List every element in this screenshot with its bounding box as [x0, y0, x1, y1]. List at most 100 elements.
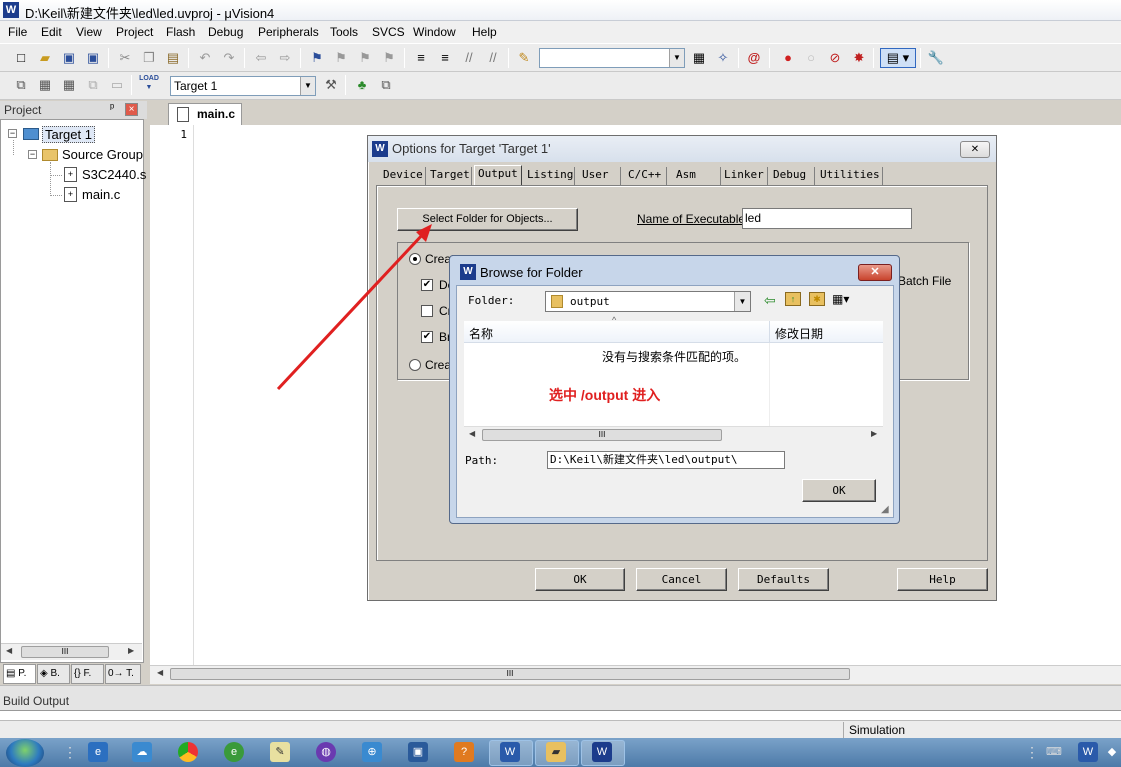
tree-item-file[interactable]: main.c [82, 187, 120, 202]
new-folder-icon[interactable]: ✱ [809, 292, 825, 306]
word-tray-icon[interactable]: W [1078, 742, 1098, 762]
find-combo[interactable]: ▼ [539, 48, 685, 68]
menu-svcs[interactable]: SVCS [372, 25, 405, 39]
menu-tools[interactable]: Tools [330, 25, 358, 39]
close-icon[interactable]: × [125, 103, 138, 116]
collapse-toggle-icon[interactable]: − [28, 150, 37, 159]
next-bookmark-icon[interactable]: ⚑ [356, 49, 374, 67]
start-button-icon[interactable] [6, 739, 44, 767]
comment-icon[interactable]: // [460, 49, 478, 67]
ok-button[interactable]: OK [535, 568, 625, 591]
find-icon[interactable]: ▦ [690, 49, 708, 67]
tab-functions[interactable]: {} F. [71, 664, 104, 684]
indent-icon[interactable]: ≡ [412, 49, 430, 67]
create-hex-checkbox[interactable] [421, 305, 433, 317]
select-folder-for-objects-button[interactable]: Select Folder for Objects... [397, 208, 578, 231]
file-list-hscrollbar[interactable]: ◀ III ▶ [464, 426, 883, 444]
chevron-down-icon[interactable]: ▼ [300, 77, 315, 95]
select-packet-icon[interactable]: ⧉ [377, 76, 395, 94]
cloud-icon[interactable]: ☁ [132, 742, 152, 762]
tab-linker[interactable]: Linker [721, 167, 768, 185]
help-button[interactable]: Help [897, 568, 988, 591]
paste-icon[interactable]: ▤ [164, 49, 182, 67]
stop-build-icon[interactable]: ▭ [108, 76, 126, 94]
tab-templates[interactable]: 0→ T. [105, 664, 141, 684]
tab-listing[interactable]: Listing [524, 167, 575, 185]
open-file-icon[interactable]: ▰ [36, 49, 54, 67]
manage-components-icon[interactable]: ♣ [353, 76, 371, 94]
clear-bookmarks-icon[interactable]: ⚑ [380, 49, 398, 67]
column-modified-header[interactable]: 修改日期 [775, 325, 823, 342]
ie-icon[interactable]: e [88, 742, 108, 762]
tab-debug[interactable]: Debug [770, 167, 815, 185]
chrome-icon[interactable] [178, 742, 198, 762]
new-file-icon[interactable]: □ [12, 49, 30, 67]
uncomment-icon[interactable]: // [484, 49, 502, 67]
menu-help[interactable]: Help [472, 25, 497, 39]
tray-icon[interactable]: ◆ [1102, 742, 1121, 762]
debug-info-checkbox[interactable]: ✔ [421, 279, 433, 291]
keyboard-icon[interactable]: ⌨ [1044, 742, 1064, 762]
enable-breakpoint-icon[interactable]: ○ [802, 49, 820, 67]
chevron-down-icon[interactable]: ▼ [669, 49, 684, 67]
path-input[interactable]: D:\Keil\新建文件夹\led\output\ [547, 451, 785, 469]
batch-build-icon[interactable]: ⧉ [84, 76, 102, 94]
pin-icon[interactable]: ᵖ [110, 102, 114, 114]
menu-flash[interactable]: Flash [166, 25, 195, 39]
back-arrow-icon[interactable]: ⇦ [764, 292, 776, 309]
debug-session-icon[interactable]: @ [745, 49, 763, 67]
defaults-button[interactable]: Defaults [738, 568, 829, 591]
build-icon[interactable]: ▦ [36, 76, 54, 94]
column-name-header[interactable]: 名称 [469, 325, 493, 342]
notepad-icon[interactable]: ✎ [270, 742, 290, 762]
tab-output[interactable]: Output [474, 165, 522, 186]
cut-icon[interactable]: ✂ [116, 49, 134, 67]
menu-file[interactable]: File [8, 25, 27, 39]
unindent-icon[interactable]: ≡ [436, 49, 454, 67]
app-orange-icon[interactable]: ? [454, 742, 474, 762]
project-hscrollbar[interactable]: ◀ III ▶ [1, 643, 142, 660]
tab-utilities[interactable]: Utilities [817, 167, 883, 185]
ok-button[interactable]: OK [802, 479, 876, 502]
window-layout-icon[interactable]: ▤ ▾ [880, 48, 916, 68]
cancel-button[interactable]: Cancel [636, 568, 727, 591]
save-icon[interactable]: ▣ [60, 49, 78, 67]
tree-item-target[interactable]: Target 1 [42, 126, 95, 143]
configure-wrench-icon[interactable]: 🔧 [927, 49, 945, 67]
save-all-icon[interactable]: ▣ [84, 49, 102, 67]
tab-main-c[interactable]: main.c [168, 103, 242, 125]
undo-icon[interactable]: ↶ [196, 49, 214, 67]
browser-globe-icon[interactable]: ◍ [316, 742, 336, 762]
breakpoint-icon[interactable]: ● [779, 49, 797, 67]
copy-icon[interactable]: ❐ [140, 49, 158, 67]
close-icon[interactable]: ✕ [858, 264, 892, 281]
menu-view[interactable]: View [76, 25, 102, 39]
menu-peripherals[interactable]: Peripherals [258, 25, 319, 39]
up-folder-icon[interactable]: ↑ [785, 292, 801, 306]
kill-breakpoints-icon[interactable]: ✸ [850, 49, 868, 67]
file-list[interactable]: 没有与搜索条件匹配的项。 选中 /output 进入 [464, 343, 883, 426]
translate-icon[interactable]: ⧉ [12, 76, 30, 94]
target-combo[interactable]: Target 1 ▼ [170, 76, 316, 96]
tab-device[interactable]: Device [380, 167, 426, 185]
folder-combo[interactable]: output ▼ [545, 291, 751, 312]
tree-item-source-group[interactable]: Source Group [62, 147, 143, 162]
prev-bookmark-icon[interactable]: ⚑ [332, 49, 350, 67]
incremental-find-icon[interactable]: ✧ [714, 49, 732, 67]
find-in-files-icon[interactable]: ✎ [515, 49, 533, 67]
tab-project[interactable]: ▤ P. [3, 664, 36, 684]
rebuild-icon[interactable]: ▦ [60, 76, 78, 94]
nav-forward-icon[interactable]: ⇨ [276, 49, 294, 67]
create-library-radio[interactable] [409, 359, 421, 371]
app-icon[interactable]: ▣ [408, 742, 428, 762]
tab-books[interactable]: ◈ B. [37, 664, 70, 684]
resize-grip-icon[interactable]: ◢ [881, 504, 889, 515]
name-of-executable-input[interactable]: led [742, 208, 912, 229]
browser-icon[interactable]: e [224, 742, 244, 762]
bookmark-icon[interactable]: ⚑ [308, 49, 326, 67]
menu-debug[interactable]: Debug [208, 25, 243, 39]
collapse-toggle-icon[interactable]: − [8, 129, 17, 138]
tree-item-file[interactable]: S3C2440.s [82, 167, 146, 182]
chevron-down-icon[interactable]: ▼ [734, 292, 750, 311]
create-executable-radio[interactable] [409, 253, 421, 265]
